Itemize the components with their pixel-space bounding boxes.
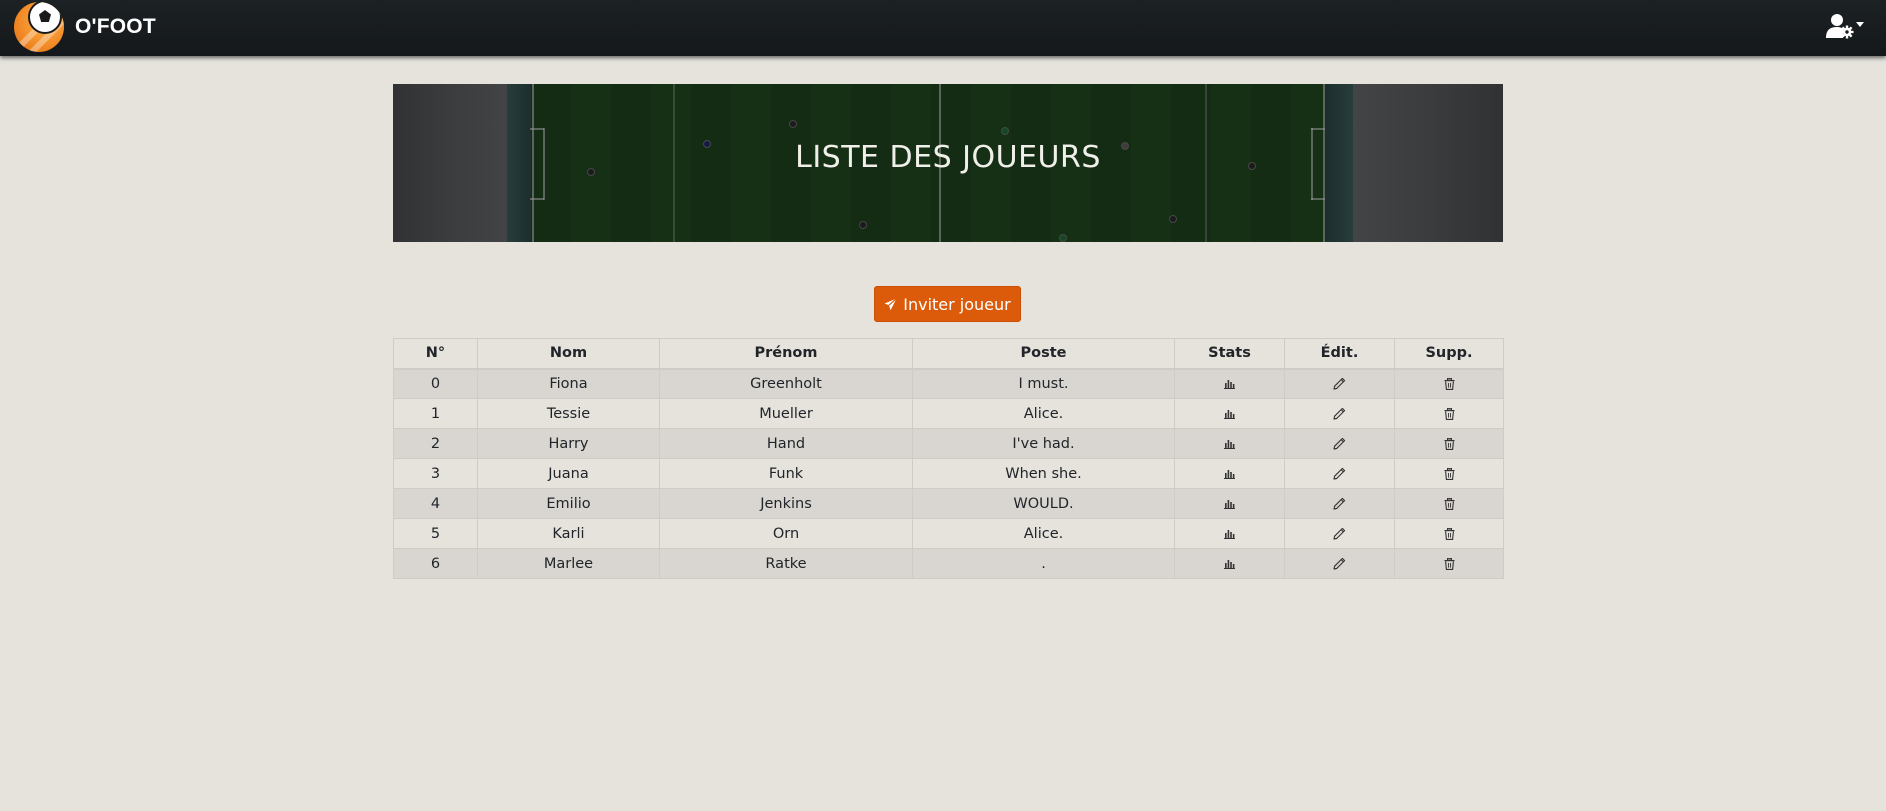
invite-button-label: Inviter joueur: [903, 294, 1011, 314]
cell-position: I must.: [912, 368, 1175, 399]
column-header-last-name: Nom: [477, 338, 660, 370]
table-row: 6 Marlee Ratke.: [393, 548, 1504, 579]
pencil-icon[interactable]: [1330, 494, 1350, 514]
cell-last-name: Marlee: [477, 548, 660, 579]
cell-last-name: Juana: [477, 458, 660, 489]
cell-edit: [1284, 488, 1395, 519]
pencil-icon[interactable]: [1330, 404, 1350, 424]
trash-icon[interactable]: [1439, 434, 1459, 454]
chart-bar-icon[interactable]: [1220, 434, 1240, 454]
cell-position: Alice.: [912, 398, 1175, 429]
cell-position: .: [912, 548, 1175, 579]
cell-edit: [1284, 368, 1395, 399]
players-table: N° Nom Prénom Poste Stats Édit. Supp. 0F…: [393, 338, 1504, 579]
cell-edit: [1284, 428, 1395, 459]
table-row: 2 Harry Hand I've had.: [393, 428, 1504, 459]
trash-icon[interactable]: [1439, 374, 1459, 394]
cell-first-name: Orn: [659, 518, 913, 549]
trash-icon[interactable]: [1439, 464, 1459, 484]
cell-delete: [1394, 458, 1504, 489]
column-header-position: Poste: [912, 338, 1175, 370]
user-menu-toggle[interactable]: [1826, 12, 1864, 40]
invite-player-button[interactable]: Inviter joueur: [874, 286, 1021, 322]
table-row: 1 Tessie Mueller Alice.: [393, 398, 1504, 429]
user-cog-icon: [1826, 12, 1854, 40]
cell-delete: [1394, 518, 1504, 549]
column-header-stats: Stats: [1174, 338, 1285, 370]
table-body: 0 Fiona Greenholt I must. 1 Tessie Mueller Alic…: [393, 368, 1504, 579]
column-header-first-name: Prénom: [659, 338, 913, 370]
cell-stats: [1174, 518, 1285, 549]
brand-name: O'FOOT: [75, 15, 156, 38]
cell-last-name: Fiona: [477, 368, 660, 399]
cell-edit: [1284, 518, 1395, 549]
table-row: 3 Juana Funk When she.: [393, 458, 1504, 489]
page-banner: LISTE DES JOUEURS: [393, 84, 1503, 242]
chart-bar-icon[interactable]: [1220, 374, 1240, 394]
cell-first-name: Greenholt: [659, 368, 913, 399]
cell-delete: [1394, 428, 1504, 459]
cell-number: 3: [393, 458, 478, 489]
cell-position: I've had.: [912, 428, 1175, 459]
pencil-icon[interactable]: [1330, 464, 1350, 484]
cell-edit: [1284, 398, 1395, 429]
cell-delete: [1394, 488, 1504, 519]
send-icon: [884, 297, 898, 311]
cell-stats: [1174, 458, 1285, 489]
cell-first-name: Hand: [659, 428, 913, 459]
cell-number: 0: [393, 368, 478, 399]
cell-number: 6: [393, 548, 478, 579]
cell-delete: [1394, 398, 1504, 429]
chart-bar-icon[interactable]: [1220, 404, 1240, 424]
trash-icon[interactable]: [1439, 494, 1459, 514]
cell-last-name: Harry: [477, 428, 660, 459]
cell-position: WOULD.: [912, 488, 1175, 519]
trash-icon[interactable]: [1439, 404, 1459, 424]
pencil-icon[interactable]: [1330, 434, 1350, 454]
cell-first-name: Ratke: [659, 548, 913, 579]
cell-stats: [1174, 398, 1285, 429]
cell-number: 4: [393, 488, 478, 519]
cell-edit: [1284, 548, 1395, 579]
cell-first-name: Mueller: [659, 398, 913, 429]
brand-link[interactable]: O'FOOT: [14, 2, 156, 52]
chart-bar-icon[interactable]: [1220, 524, 1240, 544]
cell-stats: [1174, 548, 1285, 579]
cell-position: Alice.: [912, 518, 1175, 549]
cell-first-name: Funk: [659, 458, 913, 489]
pencil-icon[interactable]: [1330, 554, 1350, 574]
navbar: O'FOOT: [0, 0, 1886, 56]
pencil-icon[interactable]: [1330, 374, 1350, 394]
table-row: 5 Karli Orn Alice.: [393, 518, 1504, 549]
cell-first-name: Jenkins: [659, 488, 913, 519]
cell-last-name: Emilio: [477, 488, 660, 519]
column-header-delete: Supp.: [1394, 338, 1504, 370]
cell-delete: [1394, 368, 1504, 399]
column-header-edit: Édit.: [1284, 338, 1395, 370]
cell-delete: [1394, 548, 1504, 579]
cell-stats: [1174, 368, 1285, 399]
chart-bar-icon[interactable]: [1220, 464, 1240, 484]
cell-edit: [1284, 458, 1395, 489]
pencil-icon[interactable]: [1330, 524, 1350, 544]
cell-stats: [1174, 488, 1285, 519]
chevron-down-icon: [1856, 21, 1864, 27]
page-title: LISTE DES JOUEURS: [795, 140, 1101, 175]
chart-bar-icon[interactable]: [1220, 494, 1240, 514]
cell-number: 1: [393, 398, 478, 429]
cell-number: 5: [393, 518, 478, 549]
cell-number: 2: [393, 428, 478, 459]
soccer-ball-logo-icon: [14, 2, 64, 52]
chart-bar-icon[interactable]: [1220, 554, 1240, 574]
table-row: 0 Fiona Greenholt I must.: [393, 368, 1504, 399]
cell-position: When she.: [912, 458, 1175, 489]
table-row: 4 Emilio Jenkins WOULD.: [393, 488, 1504, 519]
cell-last-name: Tessie: [477, 398, 660, 429]
cell-stats: [1174, 428, 1285, 459]
trash-icon[interactable]: [1439, 554, 1459, 574]
trash-icon[interactable]: [1439, 524, 1459, 544]
cell-last-name: Karli: [477, 518, 660, 549]
table-header: N° Nom Prénom Poste Stats Édit. Supp.: [393, 338, 1504, 370]
column-header-number: N°: [393, 338, 478, 370]
